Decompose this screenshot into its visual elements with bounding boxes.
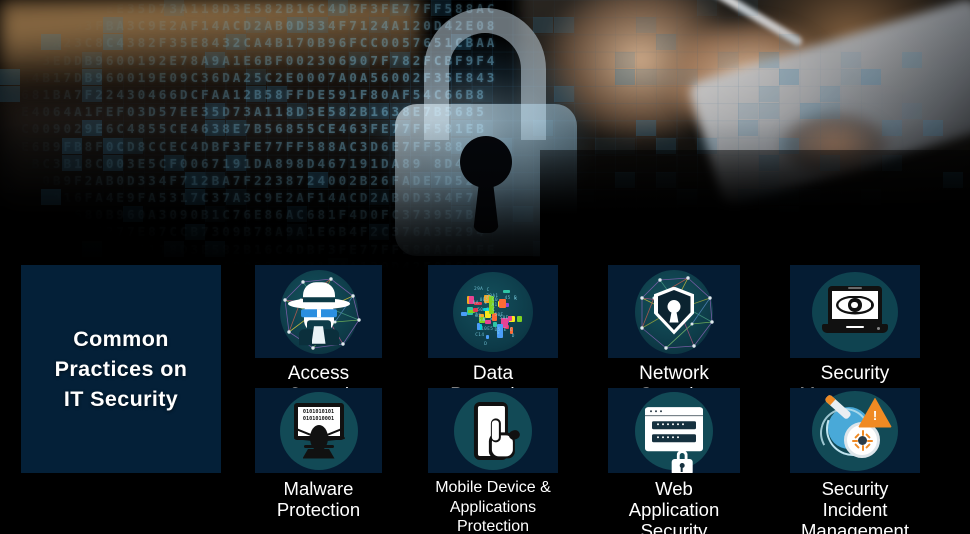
username-field[interactable] <box>652 420 696 429</box>
password-field[interactable] <box>652 433 696 442</box>
padlock-keyhole-stem <box>680 465 683 472</box>
data-blocks-icon: X D5 E C 45 E D C14 10E5 D 50E S C B 2 A1 9A 50 E C D5 E… <box>453 271 533 352</box>
hand-thumb <box>507 428 522 441</box>
browser-window-icon <box>645 406 703 451</box>
card-malware-protection[interactable]: 0101010101 0101010001 Malware Protection <box>255 388 382 520</box>
card-access-control[interactable]: Access Control <box>255 265 382 407</box>
virus-spike <box>867 440 873 442</box>
card-label-security-incident-management: Security Incident Management <box>801 478 909 534</box>
card-tile-malware-protection: 0101010101 0101010001 <box>255 388 382 473</box>
data-block <box>461 311 468 316</box>
binary-line-1: 0101010101 <box>302 408 335 415</box>
padlock-icon <box>670 449 694 473</box>
bug-icon <box>293 424 345 459</box>
card-tile-data-protection: X D5 E C 45 E D C14 10E5 D 50E S C B 2 A1 9A 50 E C D5 E… <box>428 265 558 358</box>
bug-body <box>309 424 328 451</box>
page-title: Common Practices on IT Security <box>55 324 188 414</box>
bug-base-shadow <box>302 448 335 459</box>
warning-exclamation: ! <box>872 407 878 423</box>
data-label: S <box>489 317 493 323</box>
data-label: D <box>511 334 515 340</box>
binary-code-text: 0101010101 0101010001 <box>299 409 339 424</box>
data-block <box>485 335 489 340</box>
card-tile-network-security <box>608 265 740 358</box>
hero-image: A1FEF03D57EE35D73A118D3E582B16C4DBF3FE77… <box>0 0 970 268</box>
bug-leg <box>325 427 343 436</box>
eye-icon <box>836 295 874 315</box>
virus-spike <box>852 440 858 442</box>
data-block <box>477 322 481 330</box>
data-label: C <box>486 288 490 294</box>
page-title-line-1: Common <box>73 327 169 351</box>
data-label: 45 E <box>504 295 517 301</box>
card-tile-access-control <box>255 265 382 358</box>
laptop-eye-icon <box>822 285 888 338</box>
card-security-incident-management[interactable]: ! Security Incident Management <box>790 388 920 534</box>
binary-line-2: 0101010001 <box>302 416 335 422</box>
browser-title-bar <box>645 406 703 416</box>
infographic-canvas: A1FEF03D57EE35D73A118D3E582B16C4DBF3FE77… <box>0 0 970 534</box>
card-mobile-device-protection[interactable]: Mobile Device & Applications Protection <box>428 388 558 534</box>
eye-highlight <box>851 301 858 308</box>
virus-spike <box>861 429 864 436</box>
spy-glasses-bridge <box>316 308 321 317</box>
data-label: 29A <box>474 287 484 293</box>
data-label: D <box>484 342 488 348</box>
card-tile-security-incident-management: ! <box>790 388 920 473</box>
card-tile-mobile-device-protection <box>428 388 558 473</box>
magnifier-virus-alert-icon: ! <box>814 392 892 465</box>
virus-icon <box>852 429 873 451</box>
virus-core <box>858 435 867 445</box>
shield-keyhole-icon <box>654 286 694 335</box>
data-label: 10E5 <box>481 327 494 333</box>
card-label-mobile-device-protection: Mobile Device & Applications Protection <box>435 479 551 534</box>
data-label: S <box>478 318 482 324</box>
data-label: 0E5 C0 <box>479 298 499 304</box>
data-label: S <box>496 331 500 337</box>
card-security-management[interactable]: Security Management <box>790 265 920 407</box>
hero-right-fade <box>540 150 970 268</box>
data-label: C14 <box>475 332 485 338</box>
card-network-security[interactable]: Network Security <box>608 265 740 407</box>
card-label-malware-protection: Malware Protection <box>276 478 361 520</box>
card-data-protection[interactable]: X D5 E C 45 E D C14 10E5 D 50E S C B 2 A1 9A 50 E C D5 E… <box>428 265 558 407</box>
bug-leg <box>294 427 312 436</box>
data-label: A <box>482 317 486 323</box>
phone-touch-icon <box>462 401 524 460</box>
data-block <box>516 316 522 323</box>
laptop-trackpad <box>846 325 864 328</box>
card-tile-web-application-security <box>608 388 740 473</box>
virus-spike <box>865 442 871 449</box>
card-tile-security-management <box>790 265 920 358</box>
data-block <box>503 290 511 294</box>
page-title-line-2: Practices on <box>54 357 188 381</box>
spy-hat-band <box>302 296 335 302</box>
pointing-hand-icon <box>487 417 522 460</box>
spy-figure-icon <box>287 281 350 345</box>
data-label: 9A <box>472 301 479 307</box>
page-title-panel: Common Practices on IT Security <box>21 265 221 473</box>
laptop-camera-bar <box>848 287 862 289</box>
data-label: 50E <box>499 316 509 322</box>
card-label-web-application-security: Web Application Security <box>628 478 720 534</box>
virus-spike <box>861 444 864 451</box>
laptop-indicator-dot <box>877 327 880 330</box>
bug-leg <box>326 436 345 441</box>
data-label: 50 E C <box>477 308 496 313</box>
page-title-line-3: IT Security <box>63 387 179 411</box>
hand-index-finger-fill <box>492 419 499 440</box>
monitor-bug-icon: 0101010101 0101010001 <box>290 402 348 459</box>
card-web-application-security[interactable]: Web Application Security <box>608 388 740 534</box>
browser-padlock-icon <box>642 398 706 473</box>
